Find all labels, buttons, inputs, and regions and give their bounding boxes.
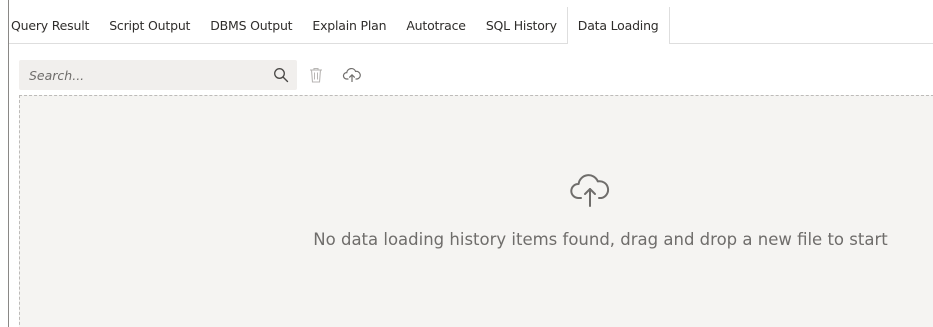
tab-autotrace[interactable]: Autotrace <box>396 7 476 43</box>
empty-state-message: No data loading history items found, dra… <box>313 230 888 249</box>
search-icon[interactable] <box>273 67 289 83</box>
tab-dbms-output[interactable]: DBMS Output <box>200 7 302 43</box>
cloud-upload-icon[interactable] <box>341 64 363 86</box>
search-box <box>19 60 297 90</box>
tab-query-result[interactable]: Query Result <box>9 7 99 43</box>
tab-bar: Query Result Script Output DBMS Output E… <box>9 7 933 44</box>
toolbar <box>9 44 933 95</box>
tab-sql-history[interactable]: SQL History <box>476 7 567 43</box>
tab-script-output[interactable]: Script Output <box>99 7 200 43</box>
cloud-upload-icon <box>568 168 612 212</box>
search-input[interactable] <box>19 60 259 90</box>
trash-icon[interactable] <box>305 64 327 86</box>
tab-explain-plan[interactable]: Explain Plan <box>302 7 396 43</box>
tab-data-loading[interactable]: Data Loading <box>566 7 670 44</box>
data-loading-panel: Query Result Script Output DBMS Output E… <box>8 0 933 327</box>
file-drop-zone[interactable]: No data loading history items found, dra… <box>19 95 933 327</box>
